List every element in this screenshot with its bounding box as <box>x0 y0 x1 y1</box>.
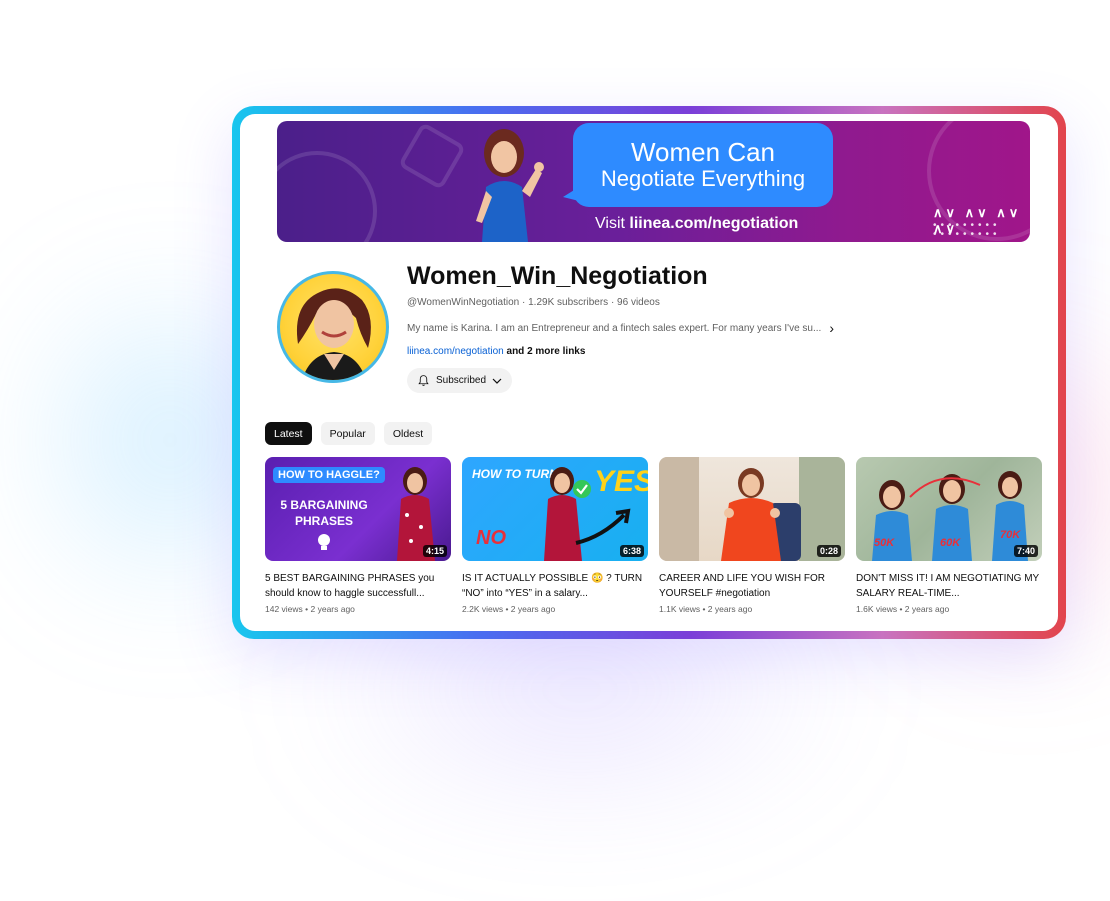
video-duration: 7:40 <box>1013 545 1038 557</box>
video-title[interactable]: DON'T MISS IT! I AM NEGOTIATING MY SALAR… <box>856 571 1042 601</box>
video-thumbnail[interactable]: HOW TO TURN YES NO 6:38 <box>462 457 648 561</box>
thumbnail-text: HOW TO HAGGLE? <box>273 467 385 483</box>
gradient-frame: Women Can Negotiate Everything Visit lii… <box>232 106 1066 639</box>
video-card[interactable]: 50K 60K 70K 7:40 DON'T MISS IT! I AM NEG… <box>856 457 1042 614</box>
video-grid: HOW TO HAGGLE? 5 BARGAINING PHRASES 4:15… <box>265 457 1042 614</box>
video-duration: 0:28 <box>816 545 841 557</box>
video-thumbnail[interactable]: HOW TO HAGGLE? 5 BARGAINING PHRASES 4:15 <box>265 457 451 561</box>
channel-title: Women_Win_Negotiation <box>407 262 708 290</box>
video-duration: 6:38 <box>619 545 644 557</box>
video-card[interactable]: HOW TO TURN YES NO 6:38 IS IT ACTUALLY P… <box>462 457 648 614</box>
channel-meta: @WomenWinNegotiation · 1.29K subscribers… <box>407 297 660 308</box>
chip-oldest[interactable]: Oldest <box>383 422 433 445</box>
banner-dots-decoration: ••••••••• ••••••••• <box>933 220 1001 240</box>
thumbnail-text: 70K <box>1000 529 1021 541</box>
channel-banner: Women Can Negotiate Everything Visit lii… <box>277 121 1030 242</box>
banner-visit-prefix: Visit <box>595 215 630 232</box>
video-title[interactable]: IS IT ACTUALLY POSSIBLE 😳 ? TURN “NO” in… <box>462 571 648 601</box>
banner-visit-link: liinea.com/negotiation <box>629 215 799 232</box>
video-title[interactable]: 5 BEST BARGAINING PHRASES you should kno… <box>265 571 451 601</box>
channel-description[interactable]: My name is Karina. I am an Entrepreneur … <box>407 320 834 336</box>
subscribed-label: Subscribed <box>435 375 487 386</box>
thumbnail-text: YES <box>594 465 648 498</box>
banner-headline-line1: Women Can <box>630 137 776 167</box>
banner-decoration <box>277 151 377 242</box>
video-title[interactable]: CAREER AND LIFE YOU WISH FOR YOURSELF #n… <box>659 571 845 601</box>
chevron-right-icon[interactable]: › <box>829 320 834 336</box>
video-card[interactable]: 0:28 CAREER AND LIFE YOU WISH FOR YOURSE… <box>659 457 845 614</box>
sort-chips: Latest Popular Oldest <box>265 422 433 445</box>
video-thumbnail[interactable]: 50K 60K 70K 7:40 <box>856 457 1042 561</box>
video-meta: 1.6K views • 2 years ago <box>856 604 950 614</box>
banner-person-image <box>476 129 544 242</box>
thumbnail-background <box>659 457 699 561</box>
arrow-icon <box>575 508 631 545</box>
thumbnail-text: NO <box>476 527 506 549</box>
video-thumbnail[interactable]: 0:28 <box>659 457 845 561</box>
channel-description-text: My name is Karina. I am an Entrepreneur … <box>407 322 822 334</box>
video-card[interactable]: HOW TO HAGGLE? 5 BARGAINING PHRASES 4:15… <box>265 457 451 614</box>
thumbnail-person-image <box>721 468 801 561</box>
thumbnail-text: 50K <box>874 537 895 549</box>
bell-icon <box>418 375 429 386</box>
lightbulb-icon <box>318 534 330 550</box>
chevron-down-icon <box>492 378 502 384</box>
video-meta: 142 views • 2 years ago <box>265 604 355 614</box>
channel-avatar[interactable] <box>277 271 389 383</box>
subscribed-button[interactable]: Subscribed <box>407 368 512 393</box>
more-links-text[interactable]: and 2 more links <box>504 346 586 357</box>
banner-visit-text: Visit liinea.com/negotiation <box>595 215 798 233</box>
channel-link[interactable]: liinea.com/negotiation <box>407 346 504 357</box>
channel-links: liinea.com/negotiation and 2 more links <box>407 346 585 357</box>
banner-headline-line2: Negotiate Everything <box>600 166 806 191</box>
video-duration: 4:15 <box>422 545 447 557</box>
channel-page-card: Women Can Negotiate Everything Visit lii… <box>240 114 1058 631</box>
chip-latest[interactable]: Latest <box>265 422 312 445</box>
video-meta: 2.2K views • 2 years ago <box>462 604 556 614</box>
avatar-portrait <box>296 288 371 380</box>
video-meta: 1.1K views • 2 years ago <box>659 604 753 614</box>
thumbnail-text: 60K <box>940 537 961 549</box>
chip-popular[interactable]: Popular <box>320 422 375 445</box>
banner-decoration <box>397 121 467 191</box>
banner-speech-bubble: Women Can Negotiate Everything <box>563 123 833 207</box>
thumbnail-text: 5 BARGAINING PHRASES <box>280 498 368 528</box>
